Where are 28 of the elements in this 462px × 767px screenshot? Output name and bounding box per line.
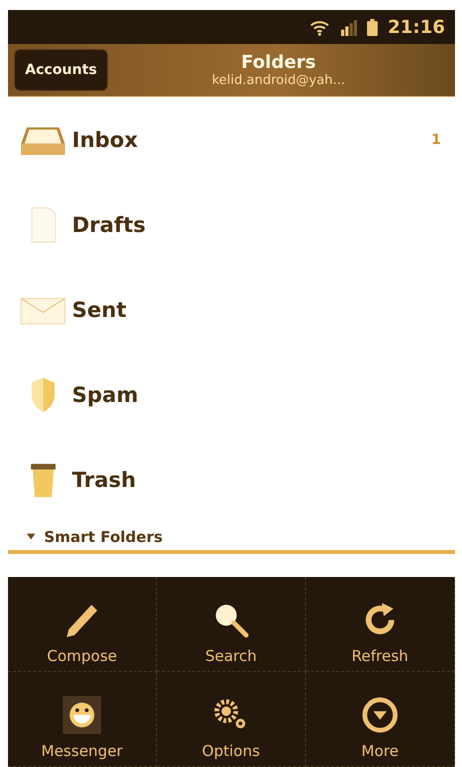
folder-row[interactable]: Drafts (8, 182, 455, 267)
folder-name: Drafts (72, 212, 147, 236)
folder-row[interactable]: Inbox 1 (8, 97, 455, 182)
menu-item[interactable]: Options (157, 672, 306, 767)
menu-item[interactable]: More (306, 672, 455, 767)
folder-name: Spam (72, 382, 140, 406)
signal-icon (340, 18, 358, 36)
document-icon (28, 206, 58, 244)
menu-item[interactable]: Compose (8, 577, 157, 672)
account-address: kelid.android@yah... (212, 73, 346, 88)
folder-row[interactable]: Spam (8, 352, 455, 437)
accounts-button[interactable]: Accounts (14, 49, 108, 91)
menu-item[interactable]: Search (157, 577, 306, 672)
folder-name: Sent (72, 298, 128, 322)
down-circle-icon (361, 696, 399, 734)
folder-name: Inbox (72, 128, 139, 152)
unread-count: 1 (431, 132, 441, 148)
menu-item[interactable]: Refresh (306, 577, 455, 672)
battery-icon (367, 18, 378, 36)
clock-time: 21:16 (388, 16, 445, 38)
wifi-icon (308, 18, 330, 36)
smiley-face-icon (63, 696, 101, 734)
folder-row[interactable]: Sent (8, 267, 455, 352)
screen-title: Folders (241, 52, 316, 73)
section-header[interactable]: Smart Folders (44, 528, 163, 546)
folder-row[interactable]: Trash (8, 437, 455, 522)
folder-name: Trash (72, 468, 137, 492)
menu-item[interactable]: Messenger (8, 672, 157, 767)
